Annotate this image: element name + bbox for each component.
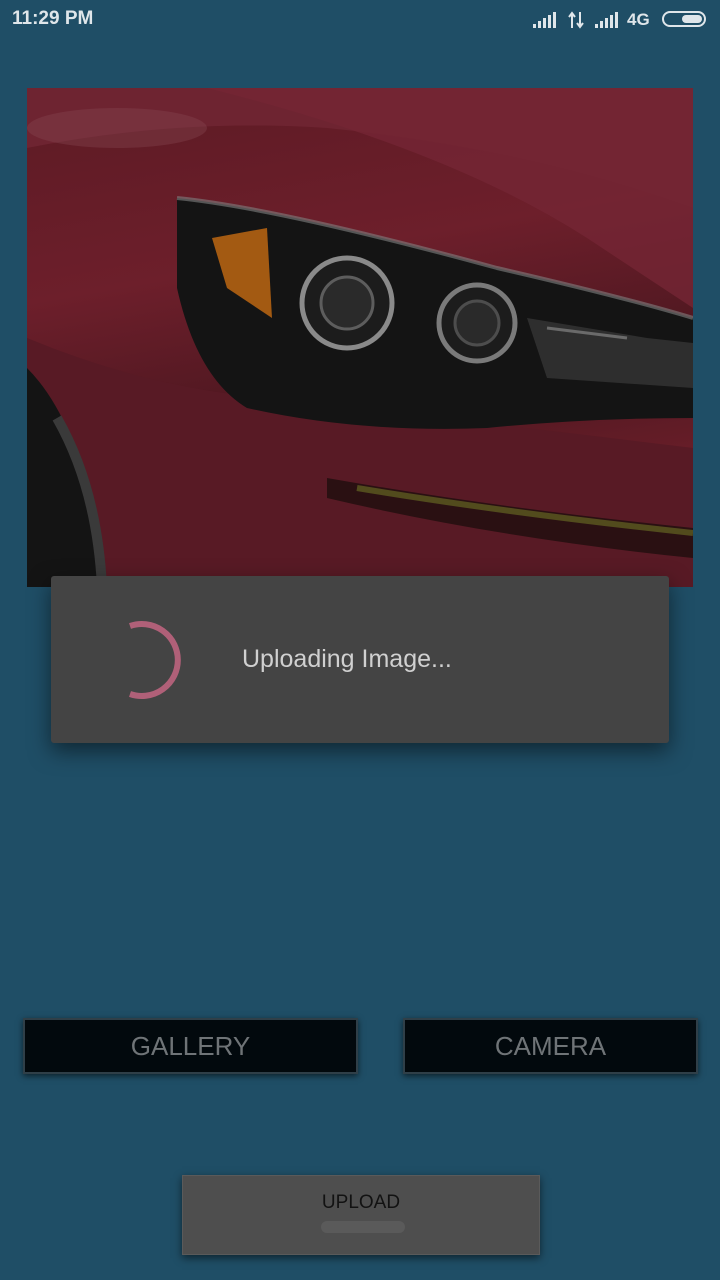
signal-icon — [533, 12, 556, 28]
clock: 11:29 PM — [12, 8, 94, 29]
status-bar: 11:29 PM 4G — [0, 0, 720, 40]
gallery-button[interactable]: GALLERY — [23, 1018, 358, 1074]
upload-button-indicator — [321, 1221, 405, 1233]
signal-icon — [595, 12, 618, 28]
dialog-message: Uploading Image... — [242, 645, 452, 673]
car-headlight-photo — [27, 88, 693, 587]
loading-spinner-icon — [129, 621, 181, 699]
data-transfer-icon — [568, 11, 584, 29]
battery-icon — [662, 11, 706, 27]
network-type: 4G — [627, 10, 650, 29]
upload-button-label: UPLOAD — [321, 1192, 401, 1213]
camera-button[interactable]: CAMERA — [403, 1018, 698, 1074]
image-preview — [27, 88, 693, 587]
upload-button[interactable]: UPLOAD — [182, 1175, 540, 1255]
